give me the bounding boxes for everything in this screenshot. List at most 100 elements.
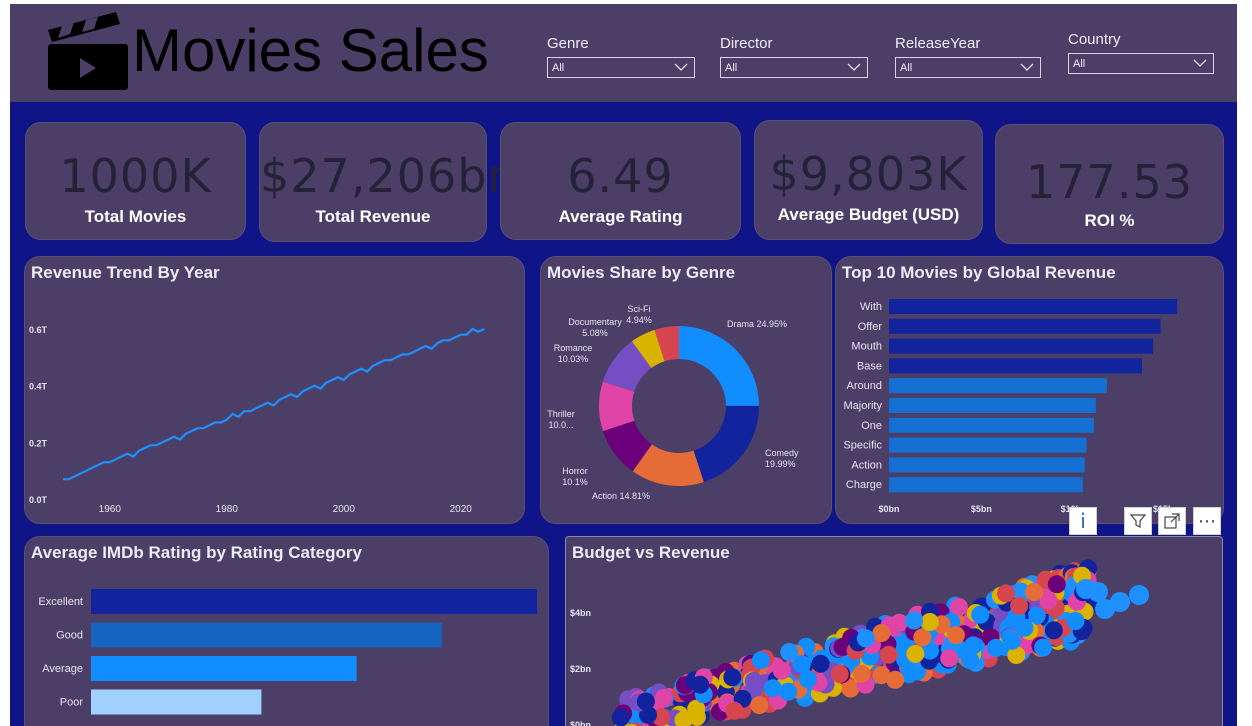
bar (889, 398, 1096, 413)
slicer-genre-label: Genre (547, 35, 589, 52)
scatter-point (1047, 575, 1066, 594)
revenue-series-line (63, 327, 485, 481)
slice-label-name: Documentary (568, 317, 622, 327)
revenue-trend-chart: 0.0T 0.2T 0.4T 0.6T 1960 1980 2000 2020 (29, 325, 485, 515)
scatter-point (772, 661, 791, 680)
chevron-down-icon (674, 63, 688, 71)
slice-label: Sci-Fi 4.94% (626, 304, 652, 325)
kpi-value: $9,803K (769, 147, 968, 201)
slicer-genre[interactable]: Genre All (547, 35, 695, 78)
kpi-value: $27,206bn (260, 149, 518, 203)
pie-slice (679, 326, 759, 406)
bar-category-label: Average (42, 663, 83, 675)
more-options-icon[interactable]: ⋯ (1193, 507, 1221, 535)
bar (91, 656, 357, 681)
top-movies-chart: With Offer Mouth Base Around Majority One Speci… (843, 299, 1179, 514)
chevron-down-icon (1193, 59, 1207, 67)
scatter-point (856, 629, 875, 648)
kpi-card-total-movies[interactable]: 1000K Total Movies (25, 122, 246, 240)
bar (889, 338, 1154, 354)
kpi-card-average-budget[interactable]: $9,803K Average Budget (USD) (754, 120, 983, 240)
bar (889, 318, 1161, 334)
bar (889, 378, 1107, 394)
scatter-point (1129, 585, 1149, 605)
slicer-director[interactable]: Director All (720, 35, 868, 78)
bar-category-label: Good (56, 630, 83, 642)
slice-label-value: 5.08% (582, 328, 608, 338)
expand-icon (1164, 513, 1180, 529)
bar-category-label: Around (847, 380, 882, 392)
slicer-director-label: Director (720, 35, 773, 52)
budget-vs-revenue-panel[interactable]: Budget vs Revenue $0bn $2bn $4bn (565, 536, 1223, 726)
scatter-point (1003, 631, 1021, 650)
focus-mode-icon[interactable] (1158, 507, 1186, 535)
slicer-country-value: All (1073, 58, 1086, 70)
slicer-country-label: Country (1068, 31, 1121, 48)
y-tick-label: $2bn (570, 664, 591, 674)
slice-label: Comedy 19.99% (765, 448, 799, 469)
scatter-point (811, 654, 830, 673)
slice-label-value: 19.99% (765, 459, 796, 469)
kpi-caption: ROI % (1084, 211, 1135, 230)
slicer-releaseyear-dropdown[interactable]: All (895, 57, 1041, 78)
info-glyph: i (1080, 509, 1086, 533)
slice-label: Romance 10.03% (554, 343, 593, 364)
kpi-value: 6.49 (567, 149, 674, 203)
bar (889, 457, 1085, 473)
slicer-country-dropdown[interactable]: All (1068, 53, 1214, 74)
kpi-card-total-revenue[interactable]: $27,206bn Total Revenue (259, 122, 518, 242)
slicer-director-dropdown[interactable]: All (720, 57, 868, 78)
genre-share-panel[interactable]: Movies Share by Genre Drama 24.95% Comedy… (540, 256, 832, 524)
bar (889, 477, 1083, 493)
slicer-country[interactable]: Country All (1068, 31, 1214, 74)
slice-label-name: Horror (562, 466, 588, 476)
chevron-down-icon (847, 63, 861, 71)
revenue-trend-panel[interactable]: Revenue Trend By Year 0.0T 0.2T 0.4T 0.6T 19… (24, 256, 525, 524)
bar-category-label: Poor (60, 697, 84, 709)
y-tick-label: 0.6T (29, 325, 48, 335)
bar-category-label: Base (857, 360, 882, 372)
slice-label: Thriller 10.0... (547, 409, 575, 430)
bar-category-label: One (861, 420, 882, 432)
y-tick-label: 0.4T (29, 382, 48, 392)
scatter-point (913, 628, 932, 647)
filter-icon[interactable] (1124, 507, 1152, 535)
imdb-rating-panel[interactable]: Average IMDb Rating by Rating Category E… (24, 536, 549, 726)
kpi-value: 177.53 (1026, 155, 1193, 209)
scatter-point (691, 675, 710, 694)
y-tick-label: 0.2T (29, 438, 48, 448)
kpi-value: 1000K (59, 149, 212, 203)
slice-label-value: 10.1% (562, 477, 588, 487)
slicer-genre-dropdown[interactable]: All (547, 57, 695, 78)
x-tick-label: 2000 (333, 504, 356, 515)
slice-label-name: Sci-Fi (628, 304, 651, 314)
bar (889, 437, 1087, 453)
scatter-point (830, 665, 849, 683)
scatter-point (872, 624, 891, 643)
header-bar: Movies Sales Genre All Director All Rele… (10, 4, 1237, 102)
x-tick-label: $5bn (971, 504, 992, 514)
slicer-releaseyear-value: All (900, 62, 913, 74)
y-tick-label: $4bn (570, 608, 591, 618)
slice-label-name: Thriller (547, 409, 575, 419)
kpi-card-average-rating[interactable]: 6.49 Average Rating (500, 122, 741, 240)
slicer-releaseyear[interactable]: ReleaseYear All (895, 35, 1041, 78)
bar-category-label: Excellent (38, 596, 83, 608)
scatter-point (723, 668, 742, 687)
bar-category-label: With (860, 301, 882, 313)
top-movies-panel[interactable]: Top 10 Movies by Global Revenue With Offe… (835, 256, 1224, 524)
scatter-point (763, 679, 782, 698)
info-icon[interactable]: i (1069, 507, 1097, 535)
scatter-point (852, 664, 871, 683)
scatter-point (779, 682, 798, 701)
scatter-point (971, 605, 990, 624)
scatter-point (611, 708, 630, 726)
bar (91, 689, 262, 715)
scatter-point (872, 666, 891, 685)
kpi-card-roi[interactable]: 177.53 ROI % (995, 124, 1224, 244)
scatter-point (1095, 599, 1115, 619)
bar (91, 589, 537, 614)
scatter-point (1015, 618, 1034, 637)
genre-share-chart: Drama 24.95% Comedy 19.99% Action 14.81% Hor… (547, 304, 799, 501)
slicer-director-value: All (725, 62, 738, 74)
